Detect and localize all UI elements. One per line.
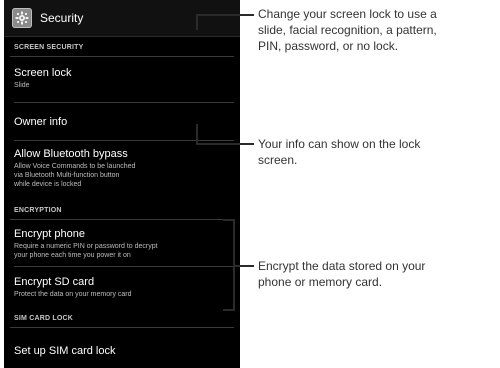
setting-description-line: Protect the data on your memory card xyxy=(14,291,132,298)
callout-owner-info: Your info can show on the lock screen. xyxy=(258,136,420,168)
callout-connector-owner-info xyxy=(196,143,254,145)
callout-connector-screen-lock-drop xyxy=(196,14,198,30)
callout-line: PIN, password, or no lock. xyxy=(258,39,399,53)
gear-icon[interactable] xyxy=(12,8,32,28)
setting-description-line: Allow Voice Commands to be launched xyxy=(14,163,136,170)
section-divider xyxy=(10,327,234,328)
setting-description-line: via Bluetooth Multi-function button xyxy=(14,172,120,179)
callout-line: Your info can show on the lock xyxy=(258,137,421,151)
callout-line: screen. xyxy=(258,153,298,167)
callout-connector-encryption xyxy=(233,265,254,267)
setting-value: Slide xyxy=(14,82,30,89)
section-divider xyxy=(10,56,234,57)
setting-label: Set up SIM card lock xyxy=(14,345,116,357)
row-divider xyxy=(14,102,234,103)
phone-screen: Security SCREEN SECURITY Screen lock Sli… xyxy=(4,0,240,368)
section-header-sim-card-lock: SIM CARD LOCK xyxy=(4,315,240,328)
section-divider xyxy=(10,219,234,220)
setting-description-line: your phone each time you power it on xyxy=(14,252,131,259)
setting-label: Encrypt phone xyxy=(14,228,85,240)
gear-icon-svg xyxy=(15,11,29,25)
callout-line: Change your screen lock to use a xyxy=(258,7,437,21)
setting-label: Owner info xyxy=(14,116,68,128)
setting-label: Allow Bluetooth bypass xyxy=(14,148,128,160)
callout-encryption: Encrypt the data stored on your phone or… xyxy=(258,258,425,290)
callout-line: phone or memory card. xyxy=(258,275,383,289)
setting-item-bluetooth-bypass[interactable]: Allow Bluetooth bypass Allow Voice Comma… xyxy=(4,148,240,189)
section-header-label: SCREEN SECURITY xyxy=(14,44,84,51)
setting-description-line: Require a numeric PIN or password to dec… xyxy=(14,243,158,250)
callout-connector-screen-lock xyxy=(196,14,254,16)
setting-label: Encrypt SD card xyxy=(14,276,95,288)
setting-description-line: while device is locked xyxy=(14,181,82,188)
setting-item-sim-lock[interactable]: Set up SIM card lock xyxy=(4,345,240,357)
setting-item-encrypt-sd-card[interactable]: Encrypt SD card Protect the data on your… xyxy=(4,276,240,299)
callout-screen-lock: Change your screen lock to use a slide, … xyxy=(258,6,437,54)
callout-connector-owner-info-drop xyxy=(196,124,198,145)
section-header-label: ENCRYPTION xyxy=(14,207,62,214)
section-header-screen-security: SCREEN SECURITY xyxy=(4,44,240,57)
section-header-label: SIM CARD LOCK xyxy=(14,315,73,322)
page-title: Security xyxy=(40,11,84,25)
row-divider xyxy=(14,266,234,267)
setting-label: Screen lock xyxy=(14,67,72,79)
section-header-encryption: ENCRYPTION xyxy=(4,207,240,220)
callout-bracket-bottom xyxy=(223,309,235,311)
action-bar: Security xyxy=(4,0,240,37)
callout-line: Encrypt the data stored on your xyxy=(258,259,426,273)
setting-item-encrypt-phone[interactable]: Encrypt phone Require a numeric PIN or p… xyxy=(4,228,240,260)
callout-bracket-top xyxy=(223,219,235,221)
setting-item-owner-info[interactable]: Owner info xyxy=(4,116,240,128)
callout-line: slide, facial recognition, a pattern, xyxy=(258,23,437,37)
row-divider xyxy=(14,140,234,141)
setting-item-screen-lock[interactable]: Screen lock Slide xyxy=(4,67,240,90)
